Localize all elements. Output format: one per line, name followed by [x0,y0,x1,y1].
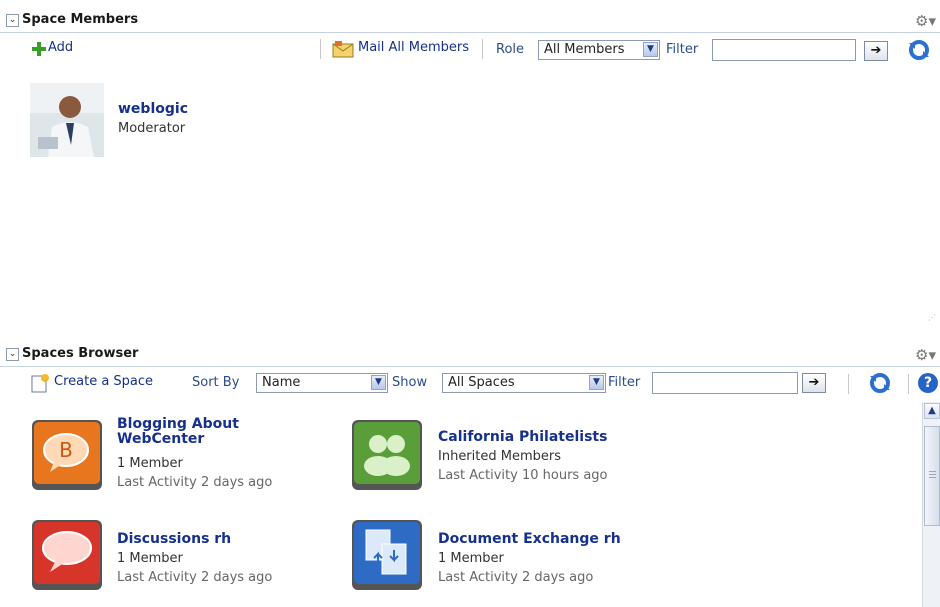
space-members-count: 1 Member [117,456,183,471]
spaces-browser-header: ⌄ Spaces Browser ⚙▾ [0,344,940,367]
panel-title: Spaces Browser [22,346,139,361]
new-page-icon [30,373,50,397]
space-members-header: ⌄ Space Members ⚙▾ [0,10,940,33]
space-title-line: California Philatelists [438,429,608,445]
space-title-link[interactable]: California Philatelists [438,430,607,445]
space-members-count: 1 Member [117,551,183,566]
toolbar-divider [320,39,321,59]
space-title-line: Blogging About [117,416,239,432]
chevron-down-icon: ▼ [371,375,386,390]
toolbar-divider [482,39,483,59]
gear-menu-icon[interactable]: ⚙▾ [915,346,936,364]
show-select[interactable]: All Spaces ▼ [442,373,606,393]
panel-title: Space Members [22,12,139,27]
space-title-link[interactable]: Discussions rh [117,532,231,547]
collapse-toggle-icon[interactable]: ⌄ [6,348,19,361]
member-filter-input[interactable] [712,39,856,61]
member-filter-go-button[interactable]: ➔ [864,41,888,61]
space-last-activity: Last Activity 2 days ago [438,570,594,585]
member-name-link[interactable]: weblogic [118,101,188,117]
spaces-filter-input[interactable] [652,372,798,394]
gear-menu-icon[interactable]: ⚙▾ [915,12,936,30]
vertical-scrollbar[interactable]: ▲ [922,402,940,607]
mail-icon [332,41,354,62]
arrow-right-icon: ➔ [870,43,882,58]
scroll-up-icon[interactable]: ▲ [924,403,940,419]
space-last-activity: Last Activity 2 days ago [117,475,273,490]
space-title-line: Document Exchange rh [438,531,621,547]
mail-all-label: Mail All Members [358,40,470,55]
filter-label: Filter [666,42,699,57]
chevron-down-icon: ▼ [589,375,604,390]
space-icon-discussion[interactable] [32,520,102,590]
plus-icon [32,42,46,56]
sort-by-label: Sort By [192,375,240,390]
role-select-value: All Members [544,42,625,57]
collapse-toggle-icon[interactable]: ⌄ [6,14,19,27]
space-members-count: 1 Member [438,551,504,566]
spaces-refresh-button[interactable] [868,372,892,394]
spaces-filter-go-button[interactable]: ➔ [802,373,826,393]
arrow-right-icon: ➔ [808,375,820,390]
space-icon-document-exchange[interactable] [352,520,422,590]
chevron-down-icon: ▼ [643,42,658,57]
scrollbar-thumb[interactable] [924,426,940,526]
sort-by-value: Name [262,375,301,390]
space-last-activity: Last Activity 2 days ago [117,570,273,585]
space-icon-blog[interactable]: B [32,420,102,490]
group-icon [352,420,422,490]
space-icon-group[interactable] [352,420,422,490]
space-title-link[interactable]: Blogging About WebCenter [117,417,239,447]
sort-by-select[interactable]: Name ▼ [256,373,388,393]
refresh-icon [909,40,929,60]
space-title-line: WebCenter [117,431,205,447]
space-title-link[interactable]: Document Exchange rh [438,532,621,547]
show-label: Show [392,375,428,390]
toolbar-divider [908,374,909,394]
help-icon[interactable]: ? [918,373,938,393]
refresh-icon [870,373,890,393]
member-refresh-button[interactable] [907,39,931,61]
toolbar-divider [848,374,849,394]
document-exchange-icon [352,520,422,590]
member-avatar[interactable] [30,83,104,157]
show-value: All Spaces [448,375,515,390]
svg-text:B: B [59,438,73,462]
member-role: Moderator [118,121,186,136]
blog-icon: B [32,420,102,490]
add-label: Add [48,40,74,55]
create-space-button[interactable]: Create a Space [30,373,170,393]
mail-all-members-button[interactable]: Mail All Members [332,40,474,60]
space-last-activity: Last Activity 10 hours ago [438,468,608,483]
filter-label: Filter [608,375,641,390]
discussion-icon [32,520,102,590]
create-space-label: Create a Space [54,374,154,389]
role-select[interactable]: All Members ▼ [538,40,660,60]
resize-grip-icon[interactable]: ⋰ [928,313,936,322]
role-label: Role [496,42,525,57]
space-members-count: Inherited Members [438,449,561,464]
space-title-line: Discussions rh [117,531,232,547]
